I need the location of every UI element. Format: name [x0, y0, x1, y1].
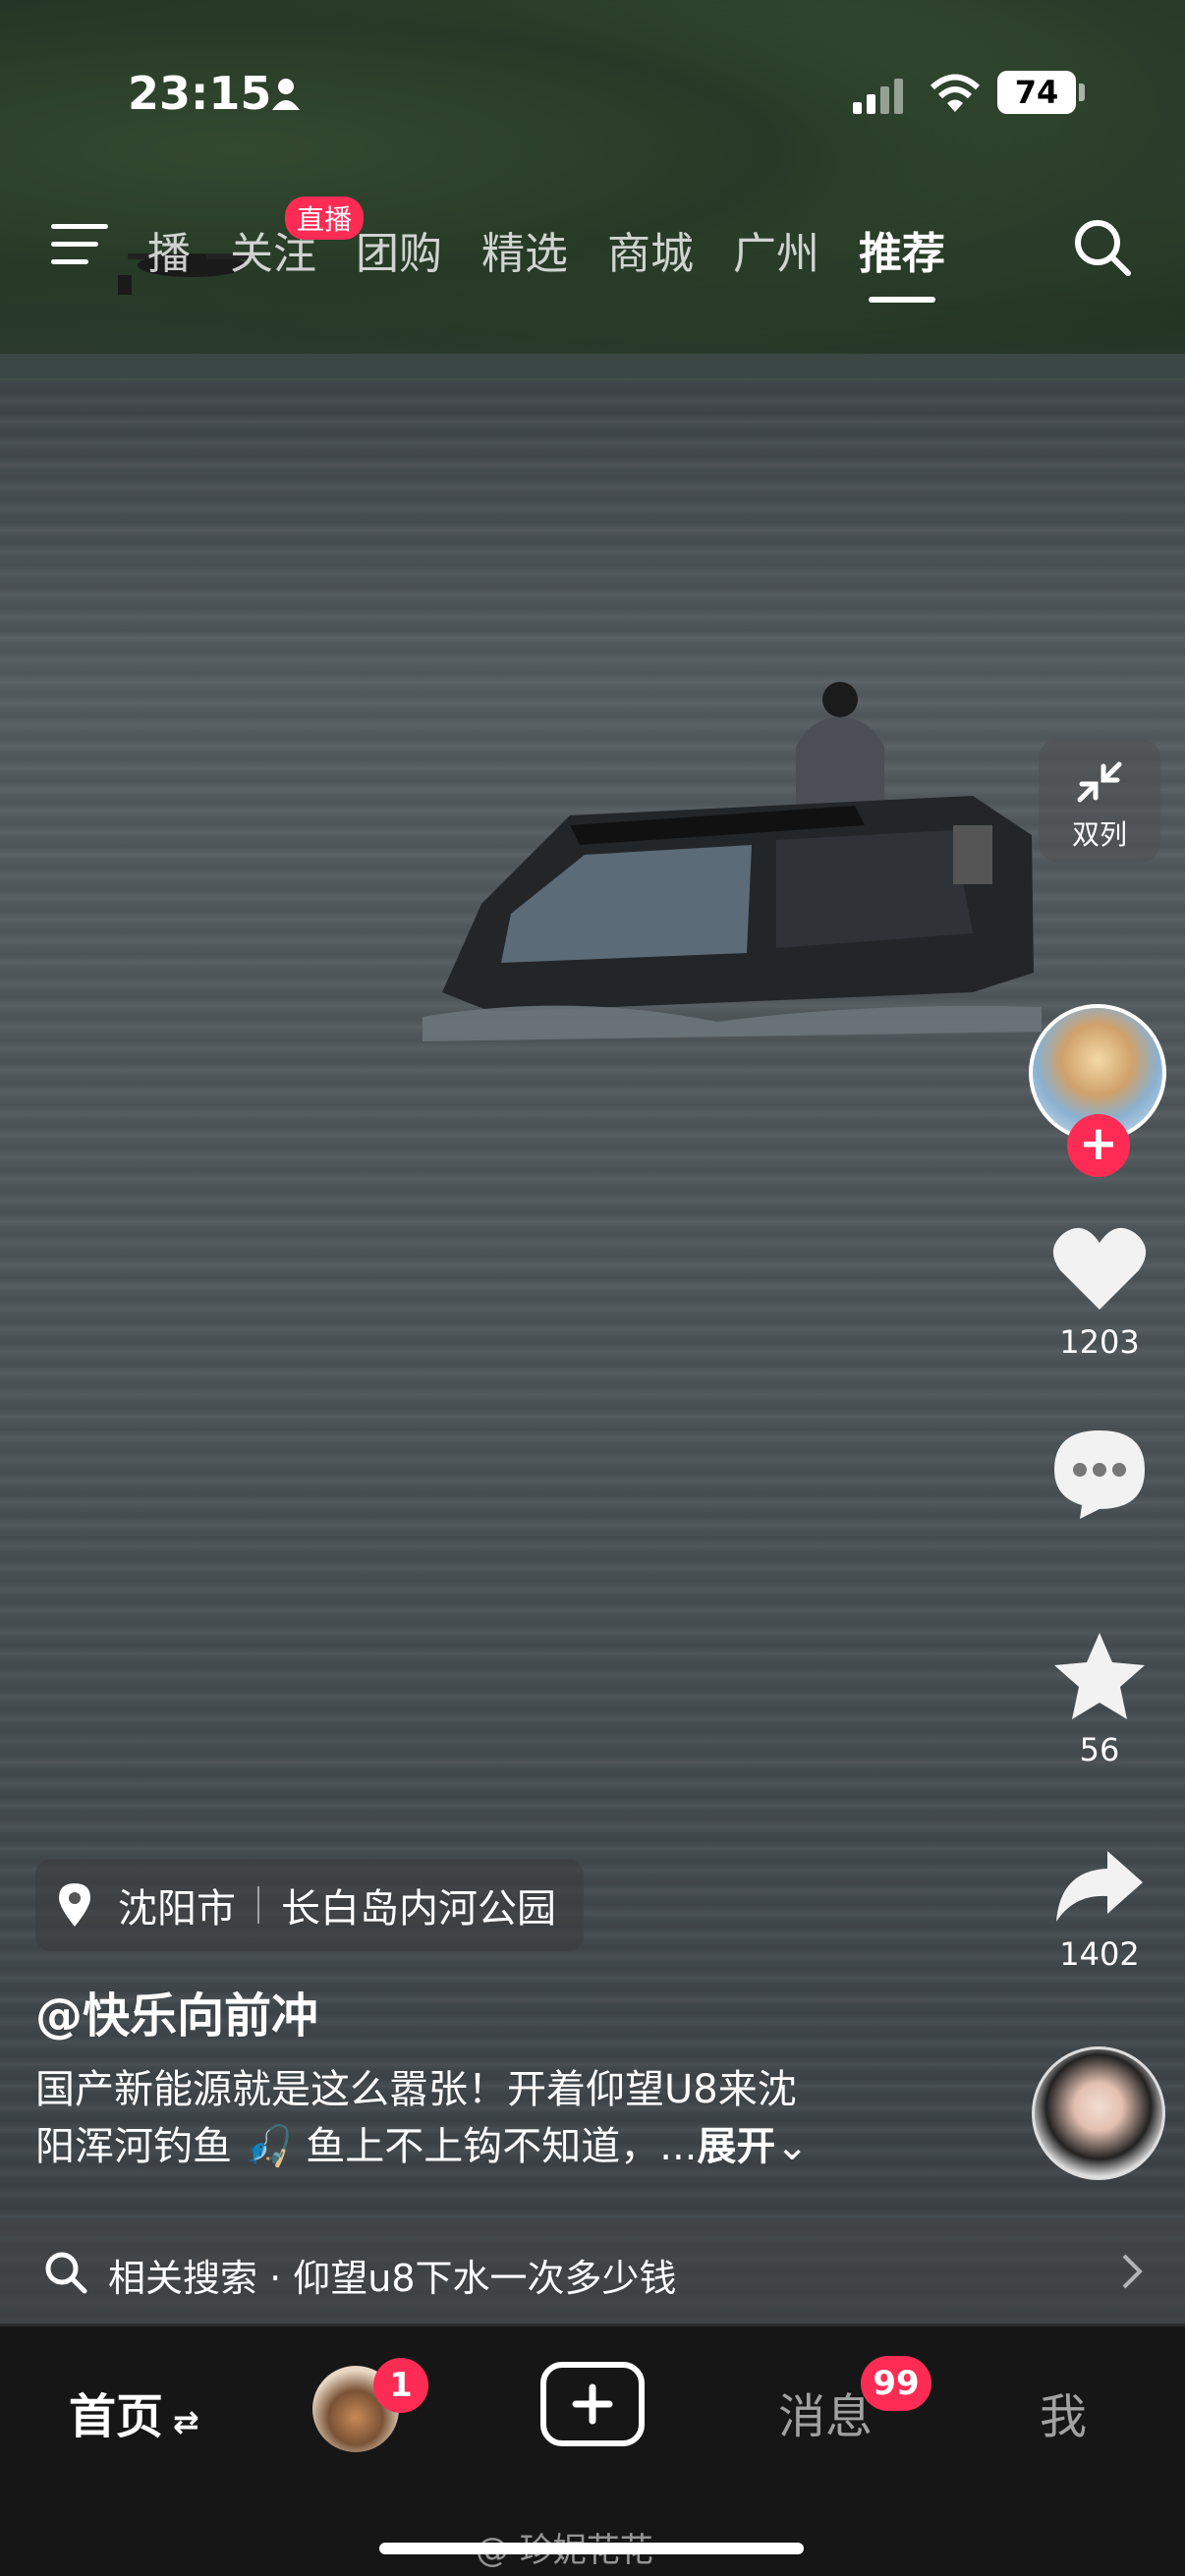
wifi-icon — [930, 74, 981, 112]
tab-guangzhou[interactable]: 广州 — [733, 218, 819, 281]
location-place: 长白岛内河公园 — [281, 1886, 556, 1932]
status-time: 23:15 — [128, 67, 272, 120]
battery-indicator: 74 — [997, 71, 1076, 114]
location-divider — [257, 1886, 259, 1924]
share-icon — [1056, 1851, 1143, 1922]
share-count: 1402 — [1059, 1935, 1140, 1973]
pin-icon — [59, 1883, 90, 1927]
tab-home-label: 首页 — [69, 2389, 164, 2444]
video-trees — [0, 0, 1185, 373]
dual-column-label: 双列 — [1071, 818, 1127, 851]
friends-badge: 1 — [373, 2358, 428, 2413]
like-count: 1203 — [1059, 1323, 1140, 1361]
caption-text-b: 鱼上不上钩不知道，... — [306, 2124, 698, 2169]
like-button[interactable]: 1203 — [1036, 1223, 1163, 1361]
tab-mall[interactable]: 商城 — [607, 218, 694, 281]
caption-text-a: 阳浑河钓鱼 — [35, 2124, 232, 2169]
favorite-button[interactable]: 56 — [1036, 1631, 1163, 1768]
tab-live[interactable]: 播 — [147, 218, 191, 281]
menu-icon[interactable] — [51, 222, 108, 267]
location-city: 沈阳市 — [118, 1886, 236, 1932]
expand-button[interactable]: 展开 — [697, 2124, 775, 2169]
tab-featured[interactable]: 精选 — [481, 218, 568, 281]
chevron-down-icon: ⌄ — [775, 2124, 809, 2169]
feed-tabs: 播 关注 团购 精选 商城 广州 推荐 — [147, 218, 985, 303]
comment-button[interactable] — [1036, 1427, 1163, 1525]
battery-cap — [1079, 84, 1085, 101]
fish-emoji-icon: 🎣 — [232, 2124, 307, 2169]
person-icon — [272, 79, 300, 110]
post-caption[interactable]: 国产新能源就是这么嚣张！开着仰望U8来沈 阳浑河钓鱼 🎣 鱼上不上钩不知道，..… — [35, 2061, 900, 2175]
comment-icon — [1054, 1430, 1145, 1519]
favorite-count: 56 — [1079, 1731, 1120, 1768]
swap-icon: ⇄ — [173, 2403, 199, 2440]
video-frame[interactable] — [0, 0, 1185, 2324]
plus-icon — [572, 2383, 613, 2425]
search-icon[interactable] — [1071, 216, 1134, 279]
music-disc[interactable] — [1032, 2046, 1165, 2180]
tab-messages[interactable]: 消息 — [778, 2378, 873, 2446]
status-bar: 23:15 74 — [0, 59, 1185, 138]
signal-icon — [853, 79, 903, 114]
top-nav: 播 关注 团购 精选 商城 广州 推荐 直播 — [0, 196, 1185, 305]
plus-icon: + — [1078, 1116, 1119, 1171]
related-search-bar[interactable]: 相关搜索 · 仰望u8下水一次多少钱 — [0, 2218, 1185, 2326]
related-search-label: 相关搜索 · 仰望u8下水一次多少钱 — [108, 2257, 677, 2300]
author-name[interactable]: @快乐向前冲 — [35, 1977, 318, 2045]
live-badge: 直播 — [285, 196, 365, 240]
location-tag[interactable]: 沈阳市 长白岛内河公园 — [35, 1859, 584, 1951]
tab-recommended[interactable]: 推荐 — [859, 218, 945, 303]
dual-column-button[interactable]: 双列 — [1039, 739, 1160, 863]
heart-icon — [1052, 1227, 1147, 1310]
tab-me[interactable]: 我 — [1040, 2378, 1087, 2446]
create-button[interactable] — [540, 2362, 645, 2446]
car-image — [423, 682, 1042, 1041]
messages-badge: 99 — [861, 2356, 931, 2411]
search-icon — [45, 2252, 87, 2294]
follow-button[interactable]: + — [1067, 1114, 1130, 1177]
tab-home[interactable]: 首页 ⇄ — [69, 2378, 199, 2446]
share-button[interactable]: 1402 — [1036, 1847, 1163, 1973]
chevron-right-icon — [1122, 2254, 1143, 2289]
home-indicator[interactable] — [379, 2543, 804, 2554]
tab-group-buy[interactable]: 团购 — [356, 218, 442, 281]
collapse-icon — [1077, 761, 1122, 803]
caption-line-1: 国产新能源就是这么嚣张！开着仰望U8来沈 — [35, 2067, 797, 2112]
caption-line-2: 阳浑河钓鱼 🎣 鱼上不上钩不知道，...展开⌄ — [35, 2118, 900, 2175]
star-icon — [1054, 1633, 1145, 1719]
